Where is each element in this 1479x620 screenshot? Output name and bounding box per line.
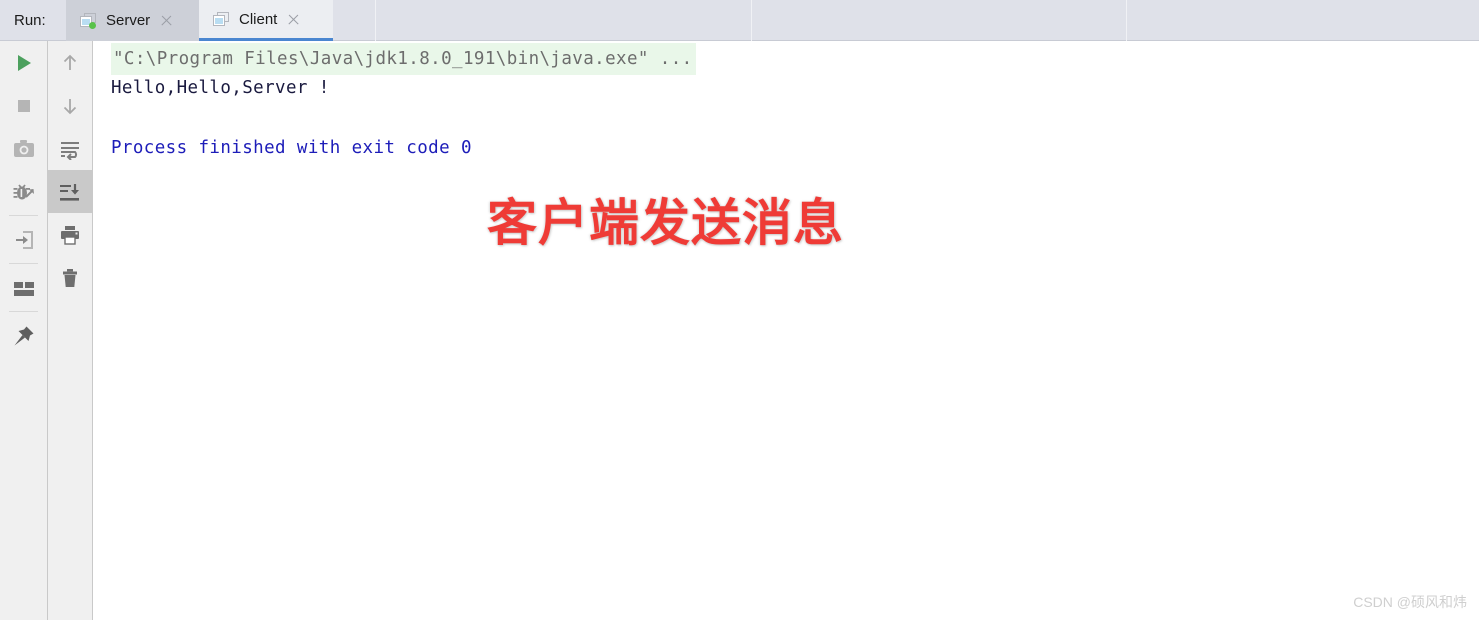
run-actions-toolbar [0, 41, 48, 620]
console-actions-toolbar [48, 41, 93, 620]
scroll-to-end-button[interactable] [48, 170, 92, 213]
header-divider [375, 0, 376, 41]
bug-icon [13, 183, 34, 199]
window-icon [80, 13, 97, 29]
print-button[interactable] [48, 213, 92, 256]
tab-server[interactable]: Server [66, 0, 199, 41]
tab-server-label: Server [106, 12, 151, 29]
tab-client[interactable]: Client [199, 0, 333, 41]
run-tool-window-label: Run: [14, 12, 46, 29]
pin-icon [14, 326, 33, 345]
arrow-up-icon [63, 54, 77, 70]
toolbar-separator [9, 263, 38, 264]
run-tool-window-tabbar: Run: Server Client [0, 0, 1479, 41]
play-icon [17, 54, 31, 71]
printer-icon [61, 225, 79, 245]
tab-client-label: Client [239, 10, 278, 28]
toolbar-separator [9, 215, 38, 216]
close-icon[interactable] [160, 14, 173, 27]
stop-button[interactable] [0, 84, 47, 127]
close-icon[interactable] [287, 13, 300, 26]
arrow-into-box-icon [15, 230, 33, 249]
window-icon [213, 11, 230, 27]
scroll-to-end-icon [60, 183, 79, 201]
console-output-line: Hello,Hello,Server ! [111, 78, 330, 98]
soft-wrap-icon [61, 141, 79, 160]
annotation-text: 客户端发送消息 [487, 194, 844, 252]
rerun-button[interactable] [0, 41, 47, 84]
console-command-line: "C:\Program Files\Java\jdk1.8.0_191\bin\… [111, 43, 696, 75]
watermark-text: CSDN @硕风和炜 [1353, 594, 1467, 610]
arrow-down-icon [63, 98, 77, 114]
toolbar-separator [9, 311, 38, 312]
camera-icon [13, 139, 34, 157]
soft-wrap-button[interactable] [48, 127, 92, 170]
trash-icon [63, 268, 77, 287]
running-indicator-dot [89, 22, 96, 29]
stop-icon [17, 99, 30, 112]
console-exit-line: Process finished with exit code 0 [111, 138, 472, 158]
screenshot-button[interactable] [0, 127, 47, 170]
up-button[interactable] [48, 41, 92, 84]
header-divider [751, 0, 752, 41]
pin-tab-button[interactable] [0, 314, 47, 357]
layout-button[interactable] [0, 266, 47, 309]
console-output-area[interactable]: "C:\Program Files\Java\jdk1.8.0_191\bin\… [94, 41, 1479, 620]
header-divider [1126, 0, 1127, 41]
restore-layout-button[interactable] [0, 218, 47, 261]
layout-grid-icon [13, 281, 34, 296]
down-button[interactable] [48, 84, 92, 127]
debug-button[interactable] [0, 170, 47, 213]
clear-all-button[interactable] [48, 256, 92, 299]
